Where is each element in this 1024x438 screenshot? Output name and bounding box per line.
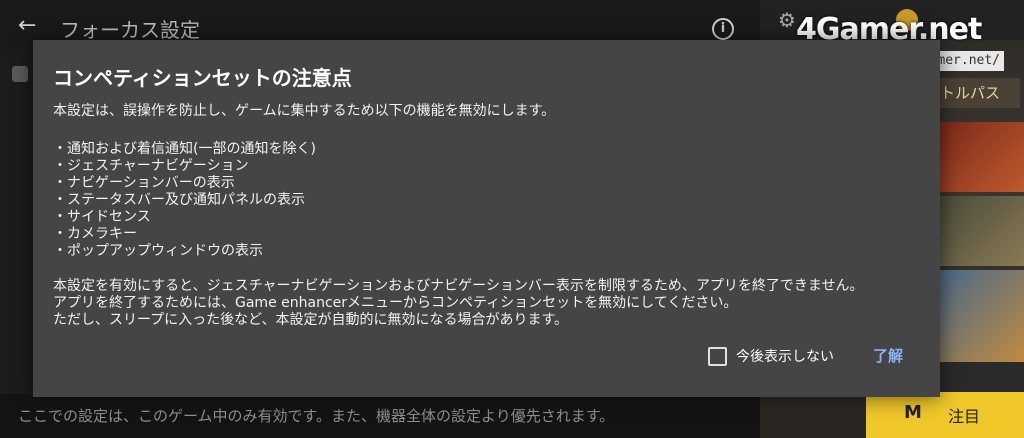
competition-set-dialog: コンペティションセットの注意点 本設定は、誤操作を防止し、ゲームに集中するため以…: [33, 40, 940, 397]
disabled-feature-item: ・ポップアップウィンドウの表示: [53, 243, 263, 259]
dont-show-again-label[interactable]: 今後表示しない: [736, 346, 834, 366]
page-title: フォーカス設定: [60, 18, 200, 42]
trophy-icon: [12, 66, 28, 82]
dialog-title: コンペティションセットの注意点: [53, 66, 352, 90]
dont-show-again-checkbox[interactable]: [708, 347, 727, 366]
dialog-note: ただし、スリープに入った後など、本設定が自動的に無効になる場合があります。: [53, 312, 569, 328]
game-tile: [940, 270, 1024, 362]
focus-icon: M: [904, 402, 922, 423]
info-icon[interactable]: i: [712, 18, 734, 40]
game-tile: [940, 122, 1024, 192]
dialog-intro: 本設定は、誤操作を防止し、ゲームに集中するため以下の機能を無効にします。: [53, 103, 556, 119]
battle-pass-label: トルパス: [940, 78, 1020, 108]
game-tile: [940, 196, 1024, 266]
ok-button[interactable]: 了解: [873, 345, 903, 366]
focus-button-label: 注目: [948, 407, 981, 426]
gear-icon: ⚙: [778, 8, 796, 32]
game-tile: [940, 362, 1024, 388]
footer-note: ここでの設定は、このゲーム中のみ有効です。また、機器全体の設定より優先されます。: [18, 407, 615, 425]
focus-button: [866, 392, 1024, 438]
back-arrow-icon[interactable]: ←: [18, 15, 40, 37]
